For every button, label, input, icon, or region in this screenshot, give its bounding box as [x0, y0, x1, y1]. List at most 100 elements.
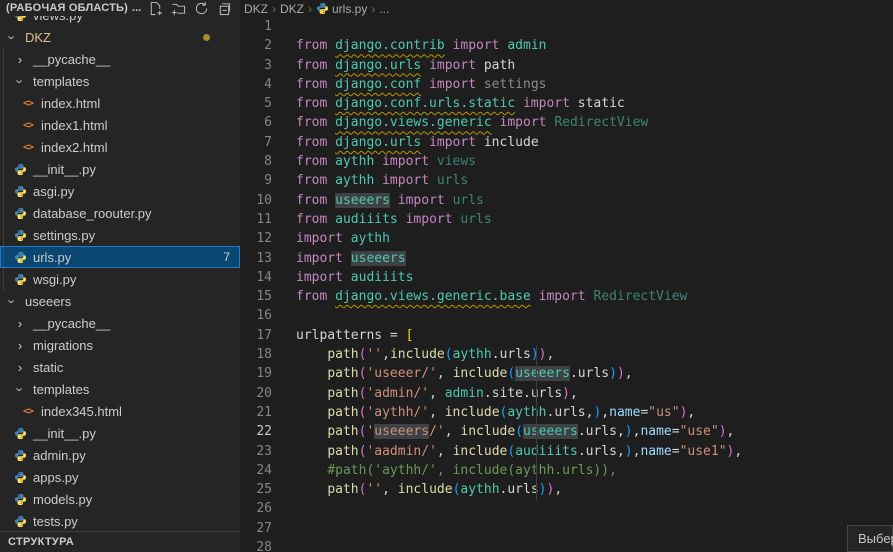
code-line-21[interactable]: 21 path('aythh/', include(aythh.urls,),n…: [240, 403, 818, 422]
code-line-4[interactable]: 4from django.conf import settings: [240, 75, 818, 94]
tree-item-index2-html[interactable]: <>index2.html: [0, 136, 240, 158]
code-line-22[interactable]: 22 path('useeers/', include(useeers.urls…: [240, 422, 818, 441]
breadcrumb-item-dkz[interactable]: DKZ: [280, 2, 304, 16]
chevron-down-icon[interactable]: ›: [4, 29, 20, 45]
code-line-8[interactable]: 8from aythh import views: [240, 152, 818, 171]
line-number[interactable]: 3: [240, 56, 296, 75]
code-line-1[interactable]: 1: [240, 17, 818, 36]
code-line-10[interactable]: 10from useeers import urls: [240, 191, 818, 210]
tree-item-index-html[interactable]: <>index.html: [0, 92, 240, 114]
code-line-23[interactable]: 23 path('aadmin/', include(audiiits.urls…: [240, 442, 818, 461]
chevron-down-icon[interactable]: ›: [12, 73, 28, 89]
line-number[interactable]: 17: [240, 326, 296, 345]
code-line-26[interactable]: 26: [240, 499, 818, 518]
line-number[interactable]: 15: [240, 287, 296, 306]
line-number[interactable]: 16: [240, 306, 296, 325]
line-number[interactable]: 8: [240, 152, 296, 171]
code-line-3[interactable]: 3from django.urls import path: [240, 56, 818, 75]
code-line-6[interactable]: 6from django.views.generic import Redire…: [240, 113, 818, 132]
code-line-11[interactable]: 11from audiiits import urls: [240, 210, 818, 229]
breadcrumb-item--[interactable]: ...: [379, 2, 389, 16]
line-number[interactable]: 14: [240, 268, 296, 287]
tree-item--pycache-[interactable]: ›__pycache__: [0, 312, 240, 334]
line-number[interactable]: 5: [240, 94, 296, 113]
line-number[interactable]: 2: [240, 36, 296, 55]
code-line-19[interactable]: 19 path('useeer/', include(useeers.urls)…: [240, 364, 818, 383]
line-number[interactable]: 7: [240, 133, 296, 152]
tree-item-index1-html[interactable]: <>index1.html: [0, 114, 240, 136]
line-number[interactable]: 25: [240, 480, 296, 499]
code-line-7[interactable]: 7from django.urls import include: [240, 133, 818, 152]
code-line-20[interactable]: 20 path('admin/', admin.site.urls),: [240, 384, 818, 403]
tree-item-tests-py[interactable]: tests.py: [0, 510, 240, 532]
line-number[interactable]: 26: [240, 499, 296, 518]
breadcrumb-item-dkz[interactable]: DKZ: [244, 2, 268, 16]
line-number[interactable]: 27: [240, 519, 296, 538]
line-number[interactable]: 23: [240, 442, 296, 461]
code-line-13[interactable]: 13import useeers: [240, 249, 818, 268]
chevron-right-icon[interactable]: ›: [12, 51, 28, 67]
tree-item-templates[interactable]: ›templates: [0, 70, 240, 92]
line-number[interactable]: 24: [240, 461, 296, 480]
line-number[interactable]: 1: [240, 17, 296, 36]
new-file-icon[interactable]: [147, 0, 163, 16]
chevron-right-icon[interactable]: ›: [12, 359, 28, 375]
chevron-down-icon[interactable]: ›: [12, 381, 28, 397]
chevron-right-icon[interactable]: ›: [12, 337, 28, 353]
code-line-28[interactable]: 28: [240, 538, 818, 552]
line-number[interactable]: 21: [240, 403, 296, 422]
line-number[interactable]: 6: [240, 113, 296, 132]
line-number[interactable]: 12: [240, 229, 296, 248]
tree-item--init-py[interactable]: __init__.py: [0, 158, 240, 180]
line-number[interactable]: 4: [240, 75, 296, 94]
line-number[interactable]: 18: [240, 345, 296, 364]
line-number[interactable]: 22: [240, 422, 296, 441]
line-number[interactable]: 10: [240, 191, 296, 210]
code-line-24[interactable]: 24 #path('aythh/', include(aythh.urls)),: [240, 461, 818, 480]
outline-section-header[interactable]: СТРУКТУРА: [0, 531, 240, 552]
tree-item-asgi-py[interactable]: asgi.py: [0, 180, 240, 202]
code-line-25[interactable]: 25 path('', include(aythh.urls)),: [240, 480, 818, 499]
code-line-text: [296, 538, 818, 552]
tree-item-dkz[interactable]: ›DKZ: [0, 26, 240, 48]
code-line-9[interactable]: 9from aythh import urls: [240, 171, 818, 190]
tree-item-apps-py[interactable]: apps.py: [0, 466, 240, 488]
chevron-down-icon[interactable]: ›: [4, 293, 20, 309]
code-line-5[interactable]: 5from django.conf.urls.static import sta…: [240, 94, 818, 113]
tree-item-models-py[interactable]: models.py: [0, 488, 240, 510]
line-number[interactable]: 28: [240, 538, 296, 552]
tree-item-urls-py[interactable]: urls.py7: [0, 246, 240, 268]
line-number[interactable]: 11: [240, 210, 296, 229]
breadcrumb-item-urls-py[interactable]: urls.py: [316, 2, 367, 16]
collapse-all-icon[interactable]: [216, 0, 232, 16]
tree-item-wsgi-py[interactable]: wsgi.py: [0, 268, 240, 290]
new-folder-icon[interactable]: [170, 0, 186, 16]
code-line-2[interactable]: 2from django.contrib import admin: [240, 36, 818, 55]
code-line-27[interactable]: 27: [240, 519, 818, 538]
tree-item--init-py[interactable]: __init__.py: [0, 422, 240, 444]
tree-item-static[interactable]: ›static: [0, 356, 240, 378]
line-number[interactable]: 9: [240, 171, 296, 190]
tree-item-settings-py[interactable]: settings.py: [0, 224, 240, 246]
tree-item-index345-html[interactable]: <>index345.html: [0, 400, 240, 422]
tree-item--pycache-[interactable]: ›__pycache__: [0, 48, 240, 70]
tree-item-database-roouter-py[interactable]: database_roouter.py: [0, 202, 240, 224]
code-line-15[interactable]: 15from django.views.generic.base import …: [240, 287, 818, 306]
line-number[interactable]: 13: [240, 249, 296, 268]
code-line-14[interactable]: 14import audiiits: [240, 268, 818, 287]
explorer-section-header[interactable]: (РАБОЧАЯ ОБЛАСТЬ) ...: [0, 0, 240, 16]
more-actions-icon[interactable]: ...: [132, 2, 141, 14]
line-number[interactable]: 20: [240, 384, 296, 403]
code-line-17[interactable]: 17urlpatterns = [: [240, 326, 818, 345]
refresh-icon[interactable]: [193, 0, 209, 16]
code-area[interactable]: 12from django.contrib import admin3from …: [240, 17, 818, 552]
tree-item-templates[interactable]: ›templates: [0, 378, 240, 400]
line-number[interactable]: 19: [240, 364, 296, 383]
tree-item-admin-py[interactable]: admin.py: [0, 444, 240, 466]
tree-item-migrations[interactable]: ›migrations: [0, 334, 240, 356]
code-line-16[interactable]: 16: [240, 306, 818, 325]
chevron-right-icon[interactable]: ›: [12, 315, 28, 331]
code-line-18[interactable]: 18 path('',include(aythh.urls)),: [240, 345, 818, 364]
tree-item-useeers[interactable]: ›useeers: [0, 290, 240, 312]
code-line-12[interactable]: 12import aythh: [240, 229, 818, 248]
